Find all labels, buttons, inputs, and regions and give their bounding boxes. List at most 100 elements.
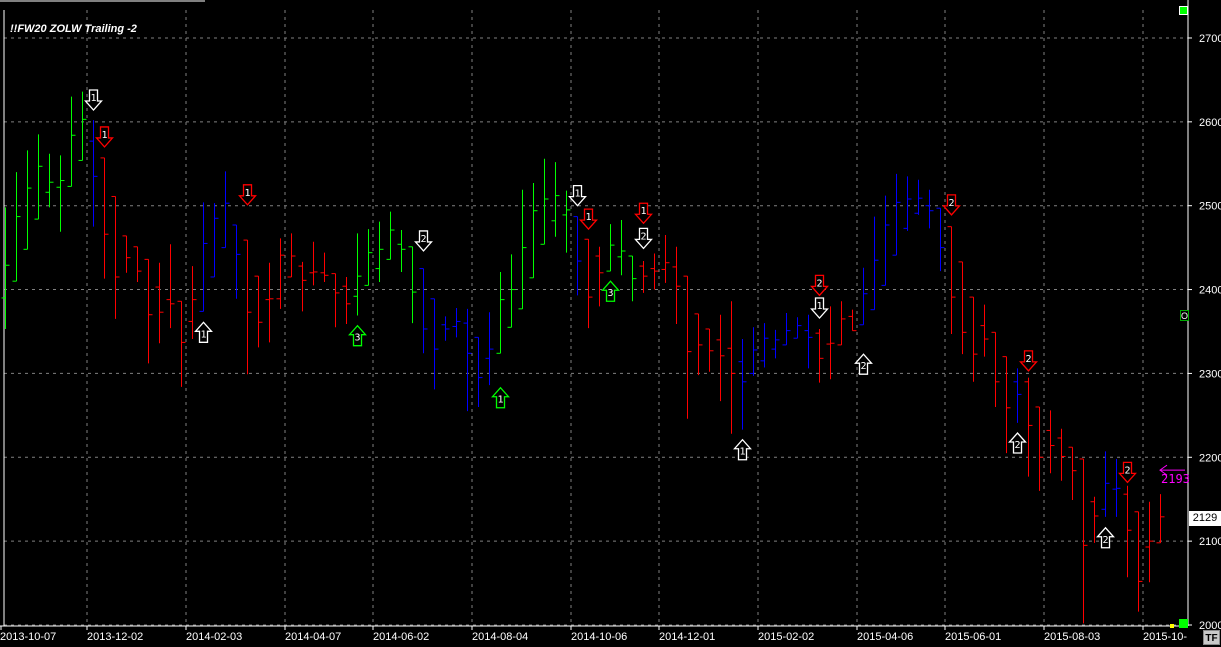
ohlc-bar — [892, 173, 901, 256]
timeframe-button[interactable]: TF — [1203, 630, 1220, 645]
y-tick-label: 2600 — [1199, 117, 1221, 129]
ohlc-bar — [1079, 458, 1088, 624]
scale-handle[interactable]: O — [1180, 310, 1189, 321]
ohlc-bar — [771, 329, 780, 359]
ohlc-bar — [848, 309, 857, 332]
ohlc-bar — [969, 296, 978, 382]
ohlc-bar — [452, 308, 461, 338]
y-tick-label: 2400 — [1199, 285, 1221, 297]
ohlc-bar — [562, 190, 571, 253]
alert-price-label[interactable]: 2193 — [1161, 472, 1190, 486]
ohlc-bar — [947, 226, 956, 335]
signal-label: 2 — [816, 278, 822, 289]
signal-label: 3 — [607, 288, 613, 299]
ohlc-bar — [342, 276, 351, 324]
signal-label: 1 — [497, 395, 503, 406]
ohlc-bar — [89, 120, 98, 227]
ohlc-bar — [221, 171, 230, 249]
x-tick-label: 2014-10-06 — [571, 631, 627, 643]
ohlc-bar — [111, 195, 120, 319]
ohlc-bar — [1024, 377, 1033, 477]
ohlc-bar — [397, 230, 406, 272]
x-tick-label: 2014-06-02 — [373, 631, 429, 643]
signal-label: 2 — [1014, 440, 1020, 451]
ohlc-bar — [639, 261, 648, 293]
ohlc-bar — [430, 298, 439, 390]
ohlc-bar — [210, 203, 219, 278]
ohlc-bar — [595, 246, 604, 307]
signal-label: 1 — [640, 206, 646, 217]
ohlc-bar — [331, 273, 340, 328]
ohlc-bar — [45, 153, 54, 208]
ohlc-bar — [408, 246, 417, 324]
x-tick-label: 2015-06-01 — [945, 631, 1001, 643]
ohlc-bar — [1090, 496, 1099, 543]
ohlc-bar — [463, 308, 472, 412]
last-price-label: 2129 — [1189, 511, 1221, 526]
ohlc-bar — [650, 253, 659, 290]
ohlc-bar — [826, 306, 835, 380]
ohlc-bar — [672, 246, 681, 324]
ohlc-bar — [749, 327, 758, 376]
ohlc-bar — [1123, 485, 1132, 578]
signal-label: 1 — [244, 188, 250, 199]
ohlc-bar — [1, 207, 10, 329]
y-tick-label: 2200 — [1199, 452, 1221, 464]
ohlc-bar — [705, 328, 714, 372]
y-tick-label: 2500 — [1199, 201, 1221, 213]
ohlc-bar — [1156, 494, 1165, 544]
ohlc-bar — [936, 207, 945, 272]
ohlc-bar — [485, 312, 494, 386]
signal-label: 2 — [1124, 465, 1130, 476]
ohlc-bar — [540, 158, 549, 245]
ohlc-bar — [298, 261, 307, 312]
ohlc-bar — [166, 244, 175, 329]
ohlc-bar — [683, 275, 692, 419]
signal-label: 1 — [816, 301, 822, 312]
ohlc-bar — [155, 262, 164, 344]
signal-label: 2 — [420, 234, 426, 245]
ohlc-bar — [276, 238, 285, 309]
ohlc-bar — [980, 304, 989, 357]
ohlc-bar — [991, 331, 1000, 407]
ohlc-bar — [353, 233, 362, 316]
signal-label: 1 — [574, 189, 580, 200]
ohlc-bar — [254, 275, 263, 348]
signal-label: 2 — [1102, 535, 1108, 546]
ohlc-bar — [34, 134, 43, 220]
ohlc-bar — [375, 221, 384, 283]
y-tick-label: 2100 — [1199, 536, 1221, 548]
ohlc-bar — [1013, 368, 1022, 423]
ohlc-bar — [320, 252, 329, 283]
ohlc-bar — [23, 150, 32, 250]
ohlc-bar — [804, 314, 813, 369]
x-tick-label: 2014-02-03 — [186, 631, 242, 643]
chart-corner-button-bottom[interactable] — [1179, 619, 1188, 628]
ohlc-bar — [518, 189, 527, 310]
ohlc-bar — [441, 316, 450, 341]
ohlc-bar — [551, 162, 560, 237]
ohlc-bar — [628, 255, 637, 302]
ohlc-bar — [584, 238, 593, 329]
ohlc-bar — [914, 179, 923, 215]
ohlc-bar — [496, 271, 505, 354]
signal-label: 2 — [640, 231, 646, 242]
yellow-marker-icon — [1170, 624, 1174, 628]
ohlc-bar — [925, 189, 934, 229]
x-tick-label: 2015-08-03 — [1044, 631, 1100, 643]
ohlc-bar — [606, 224, 615, 272]
ohlc-bar — [144, 258, 153, 364]
price-chart[interactable]: 200021002200230024002500260027002013-10-… — [0, 0, 1221, 647]
ohlc-bar — [12, 172, 21, 282]
x-tick-label: 2014-04-07 — [285, 631, 341, 643]
ohlc-bar — [760, 323, 769, 368]
ohlc-bar — [859, 267, 868, 326]
signal-label: 1 — [200, 329, 206, 340]
ohlc-bar — [782, 313, 791, 346]
signal-label: 2 — [860, 361, 866, 372]
chart-corner-button-top[interactable] — [1179, 6, 1188, 15]
signal-label: 2 — [948, 198, 954, 209]
ohlc-bar — [265, 262, 274, 343]
signal-label: 1 — [739, 447, 745, 458]
ohlc-bar — [78, 91, 87, 161]
